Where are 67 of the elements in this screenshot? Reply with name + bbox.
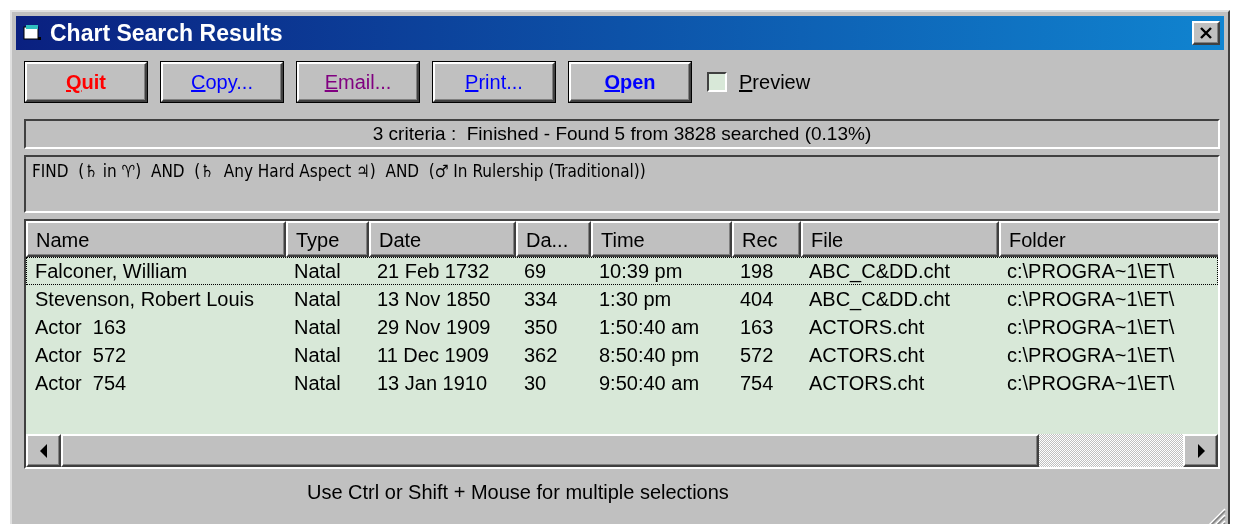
table-cell-text: Natal — [293, 259, 342, 284]
left-arrow-icon — [39, 443, 48, 458]
table-cell-text: 30 — [523, 371, 548, 396]
table-cell-text: ABC_C&DD.cht — [808, 287, 952, 312]
table-cell-text: Natal — [293, 343, 342, 368]
toolbar-button[interactable]: Email... — [297, 62, 419, 102]
table-cell-text: 29 Nov 1909 — [376, 315, 492, 340]
table-cell-text: 404 — [739, 287, 775, 312]
close-button[interactable] — [1192, 21, 1220, 45]
window-icon — [22, 24, 42, 42]
table-cell-text: Actor 754 — [34, 371, 128, 396]
table-cell-text: c:\PROGRA~1\ET\ — [1006, 315, 1176, 340]
table-cell-text: Natal — [293, 315, 342, 340]
table-cell-text: 11 Dec 1909 — [376, 343, 490, 368]
table-cell-text: 21 Feb 1732 — [376, 259, 491, 284]
preview-label[interactable]: Preview — [739, 70, 811, 94]
table-cell-text: 13 Nov 1850 — [376, 287, 492, 312]
right-arrow-icon — [1196, 443, 1205, 458]
table-cell-text: 350 — [523, 315, 559, 340]
criteria-text: FIND (♄ in ♈) AND (♄ Any Hard Aspect ♃) AND (♂ In Rulership (Traditional)) — [24, 155, 1220, 213]
status-panel: 3 criteria : Finished - Found 5 from 3828 searched (0.13%) — [24, 119, 1220, 149]
table-cell-text: ACTORS.cht — [808, 371, 926, 396]
column-header[interactable]: File — [801, 221, 999, 257]
column-header[interactable]: Rec — [732, 221, 801, 257]
table-cell-text: Natal — [293, 287, 342, 312]
toolbar-button[interactable]: Open — [569, 62, 691, 102]
table-cell-text: 8:50:40 pm — [598, 343, 701, 368]
table-cell-text: Stevenson, Robert Louis — [34, 287, 256, 312]
preview-checkbox[interactable] — [707, 72, 727, 92]
column-header[interactable]: Type — [286, 221, 369, 257]
table-cell-text: 9:50:40 am — [598, 371, 701, 396]
column-header[interactable]: Name — [26, 221, 286, 257]
table-cell-text: 1:30 pm — [598, 287, 673, 312]
table-cell-text: Actor 163 — [34, 315, 128, 340]
scroll-thumb[interactable] — [61, 434, 1039, 467]
column-header[interactable]: Da... — [516, 221, 591, 257]
horizontal-scrollbar[interactable] — [26, 434, 1218, 467]
table-cell-text: 362 — [523, 343, 559, 368]
hint-text: Use Ctrl or Shift + Mouse for multiple selections — [307, 481, 729, 504]
table-cell-text: 163 — [739, 315, 775, 340]
table-cell-text: 334 — [523, 287, 559, 312]
table-cell-text: ACTORS.cht — [808, 343, 926, 368]
table-cell-text: c:\PROGRA~1\ET\ — [1006, 343, 1176, 368]
column-header[interactable]: Date — [369, 221, 516, 257]
table-cell-text: Natal — [293, 371, 342, 396]
table-cell-text: c:\PROGRA~1\ET\ — [1006, 259, 1176, 284]
column-header[interactable]: Folder — [999, 221, 1218, 257]
table-cell-text: 572 — [739, 343, 775, 368]
table-cell-text: 198 — [739, 259, 775, 284]
scroll-left-button[interactable] — [26, 434, 61, 467]
table-cell-text: 13 Jan 1910 — [376, 371, 489, 396]
table-cell-text: 69 — [523, 259, 548, 284]
table-cell-text: ACTORS.cht — [808, 315, 926, 340]
table-cell-text: 754 — [739, 371, 775, 396]
table-cell-text: Actor 572 — [34, 343, 128, 368]
toolbar-button[interactable]: Print... — [433, 62, 555, 102]
scroll-right-button[interactable] — [1183, 434, 1218, 467]
column-header[interactable]: Time — [591, 221, 732, 257]
table-cell-text: ABC_C&DD.cht — [808, 259, 952, 284]
close-icon — [1199, 27, 1213, 39]
table-cell-text: c:\PROGRA~1\ET\ — [1006, 287, 1176, 312]
table-cell-text: 1:50:40 am — [598, 315, 701, 340]
table-cell-text: c:\PROGRA~1\ET\ — [1006, 371, 1176, 396]
table-cell-text: 10:39 pm — [598, 259, 684, 284]
toolbar-button[interactable]: Copy... — [161, 62, 283, 102]
window-title: Chart Search Results — [50, 19, 284, 47]
table-cell-text: Falconer, William — [34, 259, 189, 284]
